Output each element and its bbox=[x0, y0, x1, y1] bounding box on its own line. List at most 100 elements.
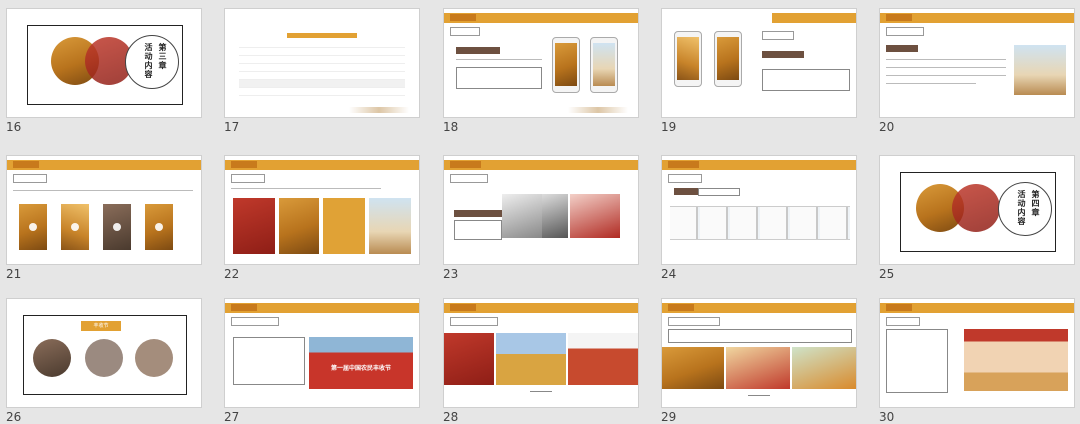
video-thumbnail bbox=[19, 204, 47, 250]
slide-29 bbox=[661, 298, 857, 408]
banner-title-block bbox=[231, 304, 258, 311]
divider bbox=[886, 75, 1006, 76]
slide-banner bbox=[444, 160, 638, 170]
section-heading bbox=[668, 174, 702, 183]
slide-number: 16 bbox=[6, 120, 22, 134]
event-photo bbox=[662, 347, 724, 389]
section-heading bbox=[450, 174, 488, 183]
event-photo bbox=[496, 333, 566, 385]
red-circle-image bbox=[952, 184, 1000, 232]
divider bbox=[456, 59, 542, 60]
slide-number: 24 bbox=[661, 267, 677, 281]
slide-26: 丰收节 bbox=[6, 298, 202, 408]
divider bbox=[886, 67, 1006, 68]
section-title: 活动内容 bbox=[1017, 190, 1026, 226]
event-photo bbox=[792, 347, 856, 389]
phone-mockup bbox=[714, 31, 742, 87]
slide-banner bbox=[662, 303, 856, 313]
section-heading bbox=[762, 31, 794, 40]
phone-mockup bbox=[674, 31, 702, 87]
section-heading bbox=[231, 317, 279, 326]
slide-banner bbox=[225, 303, 419, 313]
slide-22 bbox=[224, 155, 420, 265]
banner-title-block bbox=[450, 161, 482, 168]
slide-banner bbox=[772, 13, 856, 23]
slide-number: 19 bbox=[661, 120, 677, 134]
slide-17 bbox=[224, 8, 420, 118]
tag-label bbox=[454, 210, 502, 217]
event-photo bbox=[570, 194, 620, 238]
slide-number: 17 bbox=[224, 120, 240, 134]
phone-mockup bbox=[590, 37, 618, 93]
slide-27: 第一届中国农民丰收节 bbox=[224, 298, 420, 408]
section-heading bbox=[13, 174, 47, 183]
video-thumbnail bbox=[145, 204, 173, 250]
banner-title-block bbox=[450, 304, 477, 311]
slide-number: 22 bbox=[224, 267, 240, 281]
divider bbox=[231, 188, 381, 189]
slide-20 bbox=[879, 8, 1075, 118]
poster-image bbox=[279, 198, 319, 254]
phone-mockup bbox=[552, 37, 580, 93]
section-label: 第三章 bbox=[158, 43, 167, 70]
divider bbox=[13, 190, 193, 191]
slide-16: 第三章 活动内容 bbox=[6, 8, 202, 118]
slide-30 bbox=[879, 298, 1075, 408]
slide-21 bbox=[6, 155, 202, 265]
section-heading bbox=[231, 174, 265, 183]
banner-title-block bbox=[886, 304, 913, 311]
banner-title-block bbox=[450, 14, 477, 21]
circle-image bbox=[33, 339, 71, 377]
stage-banner-text: 第一届中国农民丰收节 bbox=[330, 365, 391, 372]
section-heading bbox=[886, 27, 924, 36]
slide-24 bbox=[661, 155, 857, 265]
article-screenshots bbox=[670, 206, 850, 240]
slide-label: 丰收节 bbox=[81, 321, 121, 331]
caption-line bbox=[530, 391, 552, 392]
event-photo bbox=[568, 333, 638, 385]
slide-banner bbox=[7, 160, 201, 170]
banner-title-block bbox=[13, 161, 40, 168]
schedule-table bbox=[239, 33, 405, 96]
circle-image bbox=[85, 339, 123, 377]
poster-image bbox=[233, 198, 275, 254]
event-photo bbox=[444, 333, 494, 385]
section-title: 活动内容 bbox=[144, 43, 153, 79]
slide-18 bbox=[443, 8, 639, 118]
text-box bbox=[698, 188, 740, 196]
section-label: 第四章 bbox=[1031, 190, 1040, 217]
slide-23 bbox=[443, 155, 639, 265]
slide-number: 20 bbox=[879, 120, 895, 134]
slide-banner bbox=[880, 303, 1074, 313]
tag-label bbox=[674, 188, 700, 195]
section-heading bbox=[886, 317, 920, 326]
decor-wave bbox=[349, 107, 409, 113]
slide-number: 18 bbox=[443, 120, 459, 134]
caption-line bbox=[748, 395, 770, 396]
tag-label bbox=[456, 47, 500, 54]
section-heading bbox=[450, 27, 480, 36]
section-heading bbox=[668, 317, 720, 326]
circle-image bbox=[135, 339, 173, 377]
farmer-photo bbox=[1014, 45, 1066, 95]
banner-title-block bbox=[668, 304, 695, 311]
slide-banner bbox=[225, 160, 419, 170]
tag-label bbox=[762, 51, 804, 58]
video-thumbnail bbox=[103, 204, 131, 250]
banner-title-block bbox=[668, 161, 700, 168]
slide-number: 25 bbox=[879, 267, 895, 281]
slide-banner bbox=[662, 160, 856, 170]
event-photo bbox=[502, 194, 542, 238]
slide-number: 23 bbox=[443, 267, 459, 281]
divider bbox=[886, 59, 1006, 60]
text-box bbox=[456, 67, 542, 89]
slide-banner bbox=[444, 303, 638, 313]
stage-photo: 第一届中国农民丰收节 bbox=[309, 337, 413, 389]
slide-number: 21 bbox=[6, 267, 22, 281]
event-photo bbox=[542, 194, 568, 238]
decor-wave bbox=[568, 107, 628, 113]
event-photo bbox=[726, 347, 790, 389]
section-heading bbox=[450, 317, 498, 326]
tag-label bbox=[886, 45, 918, 52]
poster-image bbox=[323, 198, 365, 254]
